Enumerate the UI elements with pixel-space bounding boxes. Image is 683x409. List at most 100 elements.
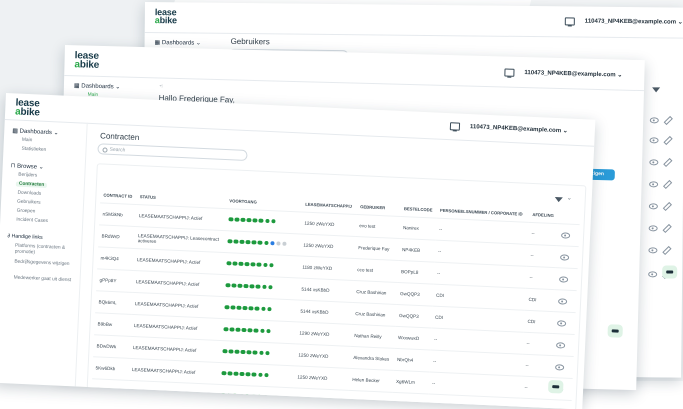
cell-actions	[555, 245, 579, 269]
sidebar-item-dashboards[interactable]: ▦ Dashboards ⌄	[12, 127, 59, 136]
eye-icon[interactable]	[648, 271, 658, 278]
sidebar-link-platforms[interactable]: Platforms (contracten & promotie)	[15, 244, 75, 259]
progress-step	[261, 284, 267, 290]
progress-step	[256, 394, 262, 400]
cell-user: Nathan Reilly	[350, 324, 396, 349]
progress-step	[264, 372, 269, 378]
account-menu[interactable]: 110473_NP4KEB@example.com ⌄	[470, 123, 568, 134]
progress-step	[247, 327, 253, 333]
sidebar-item-statistieken[interactable]: Statistieken	[21, 147, 46, 153]
dashboard-grid-icon: ▦	[12, 128, 19, 135]
sidebar-link-employee-leaves[interactable]: Medewerker gaat uit dienst	[13, 276, 73, 285]
eye-icon[interactable]	[555, 342, 566, 349]
eye-icon[interactable]	[649, 181, 659, 188]
progress-step	[250, 394, 256, 399]
cell-department: --	[528, 222, 558, 246]
cell-contract-id: 5Kw6Dkb	[92, 356, 130, 381]
sidebar-item-useful-links[interactable]: ∂ Handige links	[7, 233, 42, 241]
chat-icon[interactable]	[607, 324, 623, 338]
pencil-icon[interactable]	[663, 179, 673, 190]
cell-order-code: GwQQP3	[396, 282, 434, 307]
logo-bottom: abike	[15, 106, 40, 118]
progress-step	[260, 306, 266, 312]
progress-step	[246, 349, 252, 355]
col-contract-id[interactable]: CONTRACT ID	[100, 186, 137, 204]
cell-lease-company: 5144 xsKBbD	[296, 299, 353, 325]
sidebar-item-dashboards[interactable]: ▦ Dashboards ⌄	[155, 39, 201, 46]
sidebar-item-dashboards[interactable]: ▦ Dashboards ⌄	[74, 82, 121, 90]
cell-order-code: GwQQP3	[395, 304, 433, 329]
cell-order-code: WxxwwxD	[394, 326, 432, 351]
progress-step	[254, 306, 260, 311]
progress-step	[250, 262, 256, 267]
progress-step	[232, 261, 238, 266]
chat-icon[interactable]	[547, 379, 564, 394]
sidebar-item-groepen[interactable]: Groepen	[17, 209, 36, 215]
eye-icon[interactable]	[649, 117, 659, 124]
sidebar-item-contracten[interactable]: Contracten	[15, 181, 48, 188]
progress-step	[252, 218, 258, 223]
sidebar-item-downloads[interactable]: Downloads	[17, 191, 41, 197]
sidebar-link-company-details[interactable]: Bedrijfsgegevens wijzigen	[14, 260, 74, 269]
front-window: lease abike 110473_NP4KEB@example.com ⌄ …	[0, 93, 596, 409]
eye-icon[interactable]	[648, 225, 658, 232]
cell-user: cco test	[353, 258, 399, 283]
cell-actions	[551, 333, 575, 357]
sidebar-item-main[interactable]: Main	[22, 138, 33, 143]
col-department[interactable]: AFDELING	[529, 206, 558, 224]
eye-icon[interactable]	[559, 254, 570, 261]
eye-icon[interactable]	[560, 232, 571, 239]
sidebar-item-gebruikers[interactable]: Gebruikers	[17, 200, 41, 206]
monitor-icon[interactable]	[564, 17, 575, 26]
col-order-code[interactable]: BESTELCODE	[401, 200, 438, 218]
progress-step	[267, 306, 272, 312]
logo-bottom: abike	[74, 59, 100, 71]
pencil-icon[interactable]	[662, 245, 672, 256]
monitor-icon[interactable]	[504, 68, 515, 77]
logo-b: bike	[79, 59, 100, 71]
cell-order-code: NP4KEB	[398, 238, 436, 263]
monitor-icon[interactable]	[449, 122, 461, 131]
sidebar-item-incident-cases[interactable]: Incident Cases	[16, 218, 48, 224]
chat-icon[interactable]	[662, 265, 678, 279]
pencil-icon[interactable]	[663, 157, 673, 168]
pencil-icon[interactable]	[662, 201, 673, 212]
progress-step	[231, 283, 237, 288]
progress-step	[232, 393, 238, 399]
link-icon: ∂	[7, 233, 11, 240]
progress-step	[234, 349, 240, 355]
filter-icon[interactable]	[554, 197, 563, 203]
progress-step	[262, 262, 268, 268]
eye-icon[interactable]	[649, 137, 659, 144]
sidebar-item-berijders[interactable]: Berijders	[18, 173, 37, 179]
account-menu[interactable]: 110473_NP4KEB@example.com ⌄	[585, 18, 683, 26]
cell-actions	[550, 355, 574, 379]
cell-lease-company: 1250 zWeYXD	[292, 387, 349, 409]
eye-icon[interactable]	[557, 298, 568, 305]
logo-bottom: abike	[155, 15, 177, 25]
sidebar-item-browse[interactable]: ⊓ Browse ⌄	[11, 162, 44, 170]
pencil-icon[interactable]	[662, 223, 672, 234]
progress-step	[235, 327, 241, 333]
eye-icon[interactable]	[649, 159, 659, 166]
col-user[interactable]: GEBRUIKER	[357, 198, 402, 216]
account-menu[interactable]: 110473_NP4KEB@example.com ⌄	[524, 69, 622, 79]
sidebar-label: Dashboards	[19, 128, 53, 137]
hand-icon: ☜	[158, 84, 164, 90]
cell-order-code: Nanirex	[399, 216, 437, 241]
pencil-icon[interactable]	[663, 115, 673, 126]
eye-icon[interactable]	[648, 203, 658, 210]
eye-icon[interactable]	[554, 364, 565, 371]
filter-chevron[interactable]: ⌄	[567, 195, 572, 202]
sidebar-label: Browse	[16, 163, 38, 171]
cell-department: --	[523, 332, 553, 356]
eye-icon[interactable]	[558, 276, 569, 283]
cell-department: --	[522, 354, 552, 378]
eye-icon[interactable]	[556, 320, 567, 327]
eye-icon[interactable]	[648, 247, 658, 254]
filter-icon[interactable]	[652, 87, 661, 93]
search-input[interactable]: Search	[97, 143, 248, 162]
pencil-icon[interactable]	[663, 135, 673, 146]
progress-step	[227, 371, 233, 376]
progress-step	[244, 261, 250, 267]
